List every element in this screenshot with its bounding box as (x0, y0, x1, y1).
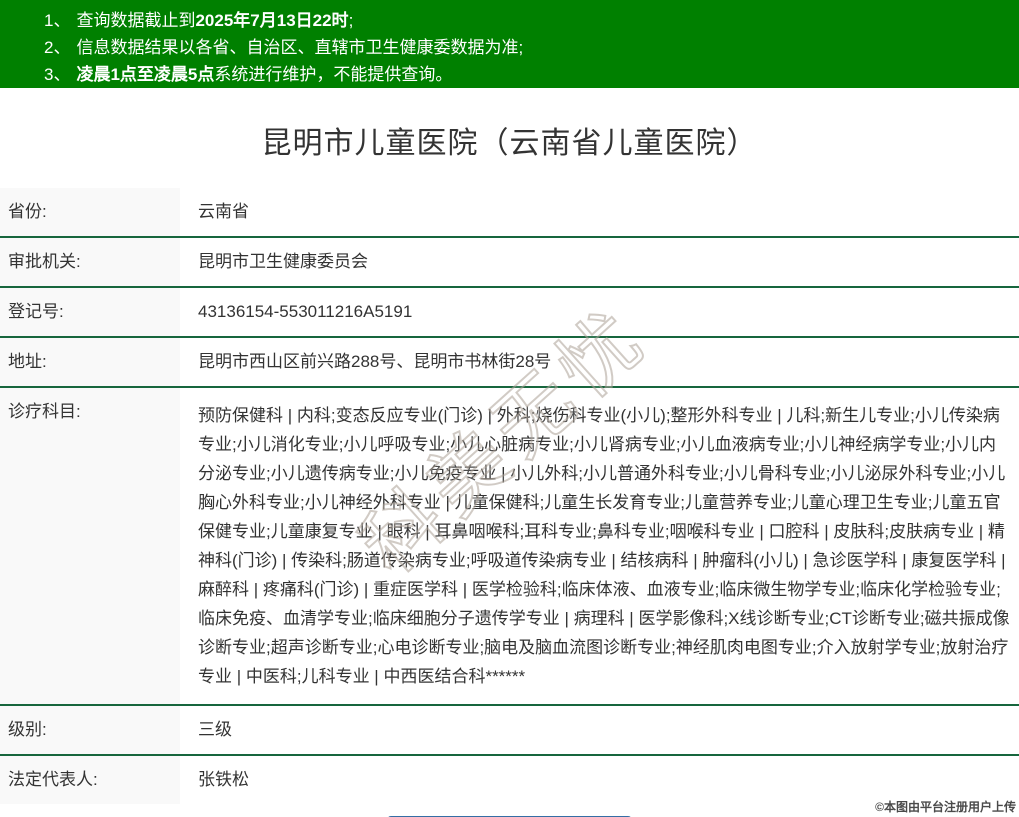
notice-text-bold: 2025年7月13日22时 (195, 11, 349, 30)
row-label: 法定代表人: (0, 756, 180, 804)
row-label: 地址: (0, 338, 180, 386)
row-label: 审批机关: (0, 238, 180, 286)
notice-text: 查询数据截止到 (76, 11, 196, 30)
row-value: 云南省 (198, 202, 249, 221)
notice-text: 系统进行维护，不能提供查询。 (214, 65, 453, 84)
footer-caption: ©本图由平台注册用户上传 (875, 800, 1016, 814)
notice-banner: 1、 查询数据截止到2025年7月13日22时; 2、 信息数据结果以各省、自治区、… (0, 0, 1019, 88)
table-row-approval-authority: 审批机关: 昆明市卫生健康委员会 (0, 236, 1019, 286)
row-label: 省份: (0, 188, 180, 236)
row-value: 43136154-553011216A5191 (198, 302, 413, 321)
row-value: 三级 (198, 720, 232, 739)
row-label: 登记号: (0, 288, 180, 336)
row-label: 诊疗科目: (0, 388, 180, 704)
row-label: 级别: (0, 706, 180, 754)
title-area: 昆明市儿童医院（云南省儿童医院） (0, 88, 1019, 188)
hospital-info-table: 省份: 云南省 审批机关: 昆明市卫生健康委员会 登记号: 43136154-5… (0, 188, 1019, 804)
notice-text: 信息数据结果以各省、自治区、直辖市卫生健康委数据为准; (76, 38, 524, 57)
query-result-page: 1、 查询数据截止到2025年7月13日22时; 2、 信息数据结果以各省、自治区、… (0, 0, 1019, 817)
table-row-legal-representative: 法定代表人: 张铁松 (0, 754, 1019, 804)
notice-text-bold: 凌晨1点至凌晨5点 (76, 65, 215, 84)
row-value: 张铁松 (198, 770, 249, 789)
table-row-province: 省份: 云南省 (0, 188, 1019, 236)
row-value: 昆明市卫生健康委员会 (198, 252, 368, 271)
notice-number: 2、 (44, 38, 71, 57)
row-value: 预防保健科 | 内科;变态反应专业(门诊) | 外科;烧伤科专业(小儿);整形外… (198, 406, 1010, 686)
page-title: 昆明市儿童医院（云南省儿童医院） (261, 127, 758, 160)
table-row-address: 地址: 昆明市西山区前兴路288号、昆明市书林街28号 (0, 336, 1019, 386)
table-row-level: 级别: 三级 (0, 704, 1019, 754)
notice-number: 1、 (44, 11, 71, 30)
notice-text: ; (348, 11, 354, 30)
table-row-medical-subjects: 诊疗科目: 预防保健科 | 内科;变态反应专业(门诊) | 外科;烧伤科专业(小… (0, 386, 1019, 704)
table-row-registration-number: 登记号: 43136154-553011216A5191 (0, 286, 1019, 336)
row-value: 昆明市西山区前兴路288号、昆明市书林街28号 (198, 352, 552, 371)
notice-number: 3、 (44, 65, 71, 84)
notice-line-2: 2、 信息数据结果以各省、自治区、直辖市卫生健康委数据为准; (44, 34, 1009, 61)
notice-line-3: 3、 凌晨1点至凌晨5点系统进行维护，不能提供查询。 (44, 61, 1009, 88)
notice-line-1: 1、 查询数据截止到2025年7月13日22时; (44, 7, 1009, 34)
